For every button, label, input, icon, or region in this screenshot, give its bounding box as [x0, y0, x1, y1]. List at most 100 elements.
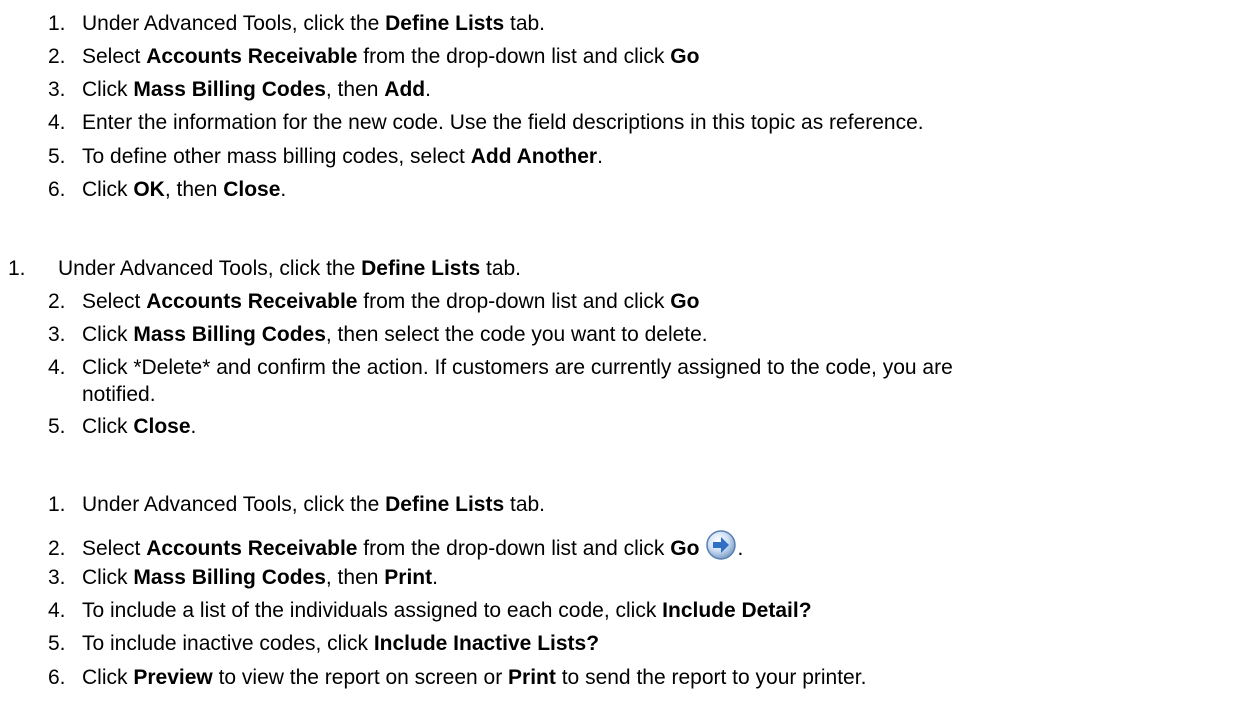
step-text: Click Mass Billing Codes, then Add.: [82, 78, 431, 101]
step-item: 5. To define other mass billing codes, se…: [48, 143, 603, 170]
step-text-part: , then select the code you want to delet…: [325, 323, 708, 346]
step-text-part: from the drop-down list and click: [357, 537, 671, 560]
step-emphasis: Print: [384, 566, 433, 589]
step-text-part: from the drop-down list and click: [357, 290, 671, 313]
step-text: notified.: [82, 383, 156, 406]
step-number: 5.: [48, 145, 66, 168]
step-text: Click *Delete* and confirm the action. I…: [82, 356, 953, 379]
step-item: 2. Select Accounts Receivable from the dr…: [48, 288, 699, 315]
step-emphasis: Close: [133, 415, 191, 438]
step-emphasis: Mass Billing Codes: [133, 566, 326, 589]
step-text-part: .: [280, 178, 287, 201]
step-text-part: notified.: [82, 383, 156, 406]
step-emphasis: Print: [508, 666, 556, 689]
step-number: 1.: [48, 12, 66, 35]
step-text-part: To include inactive codes, click: [82, 632, 374, 655]
step-text-part: .: [432, 566, 438, 589]
step-number: 3.: [48, 566, 66, 589]
step-item: 5. To include inactive codes, click Inclu…: [48, 630, 599, 657]
step-item: 6. Click OK, then Close.: [48, 176, 286, 203]
step-text-part: .: [597, 145, 603, 168]
step-emphasis: Go: [670, 45, 700, 68]
step-item: 2. Select Accounts Receivable from the dr…: [48, 529, 743, 562]
step-text: Enter the information for the new code. …: [82, 111, 924, 134]
step-text-part: , then: [325, 566, 385, 589]
step-emphasis: Accounts Receivable: [146, 45, 358, 68]
step-number: 2.: [48, 45, 66, 68]
step-number: 4.: [48, 356, 66, 379]
step-number: 5.: [48, 415, 66, 438]
step-text-part: , then: [164, 178, 224, 201]
step-number: 2.: [48, 290, 66, 313]
step-emphasis: Include Detail?: [662, 599, 812, 622]
step-text-part: To include a list of the individuals ass…: [82, 599, 663, 622]
step-text-part: Under Advanced Tools, click the: [82, 12, 386, 35]
step-text: Select Accounts Receivable from the drop…: [82, 45, 699, 68]
step-emphasis: Define Lists: [361, 257, 481, 280]
step-item: 3. Click Mass Billing Codes, then Print.: [48, 564, 438, 591]
step-text-part: to view the report on screen or: [212, 666, 509, 689]
go-arrow-icon: [706, 530, 737, 560]
step-number: 2.: [48, 537, 66, 560]
step-number: 3.: [48, 323, 66, 346]
step-text-part: Select: [82, 537, 147, 560]
step-text-part: Click: [82, 323, 134, 346]
step-emphasis: Preview: [133, 666, 213, 689]
step-number: 4.: [48, 111, 66, 134]
step-number: 6.: [48, 666, 66, 689]
step-text: To include a list of the individuals ass…: [82, 599, 812, 622]
step-emphasis: Mass Billing Codes: [133, 78, 326, 101]
step-text: Click Mass Billing Codes, then Print.: [82, 566, 438, 589]
step-text: Click Mass Billing Codes, then select th…: [82, 323, 708, 346]
step-emphasis: Go: [670, 290, 700, 313]
step-emphasis: Add: [384, 78, 426, 101]
step-text: Select Accounts Receivable from the drop…: [82, 290, 699, 313]
step-emphasis: Close: [223, 178, 281, 201]
step-text-part: Click: [82, 415, 134, 438]
step-text-part: Select: [82, 45, 147, 68]
step-text-part: from the drop-down list and click: [357, 45, 671, 68]
step-text: Click OK, then Close.: [82, 178, 286, 201]
step-text-part: to send the report to your printer.: [555, 666, 867, 689]
step-item: 1. Under Advanced Tools, click the Define…: [8, 255, 521, 282]
step-text: Click Close.: [82, 415, 196, 438]
step-emphasis: Include Inactive Lists?: [373, 632, 600, 655]
step-item: notified.: [48, 381, 156, 408]
step-item: 3. Click Mass Billing Codes, then Add.: [48, 76, 431, 103]
step-text: To define other mass billing codes, sele…: [82, 145, 603, 168]
step-text-part: .: [190, 415, 197, 438]
step-emphasis: Mass Billing Codes: [133, 323, 326, 346]
step-text: Click Preview to view the report on scre…: [82, 666, 866, 689]
step-item: 1. Under Advanced Tools, click the Define…: [48, 491, 545, 518]
step-emphasis: Define Lists: [385, 12, 505, 35]
step-emphasis: OK: [133, 178, 165, 201]
step-text-part: Click: [82, 78, 134, 101]
step-text: Under Advanced Tools, click the Define L…: [58, 257, 521, 280]
step-number: 1.: [8, 257, 26, 280]
step-text-part: tab.: [504, 493, 546, 516]
step-number: 1.: [48, 493, 66, 516]
step-number: 5.: [48, 632, 66, 655]
step-emphasis: Define Lists: [385, 493, 505, 516]
step-text-part: To define other mass billing codes, sele…: [82, 145, 471, 168]
step-emphasis: Add Another: [470, 145, 598, 168]
step-text: Under Advanced Tools, click the Define L…: [82, 12, 545, 35]
step-text-part: tab.: [504, 12, 546, 35]
step-text-part: Click: [82, 666, 134, 689]
step-item: 3. Click Mass Billing Codes, then select …: [48, 321, 708, 348]
step-emphasis: Accounts Receivable: [146, 537, 358, 560]
step-item: 2. Select Accounts Receivable from the dr…: [48, 43, 699, 70]
step-item: 4. Enter the information for the new code…: [48, 109, 924, 136]
step-text-part: .: [737, 537, 744, 560]
step-text-part: Under Advanced Tools, click the: [82, 493, 386, 516]
step-text-part: .: [425, 78, 431, 101]
step-number: 6.: [48, 178, 66, 201]
step-text: Under Advanced Tools, click the Define L…: [82, 493, 545, 516]
step-text-part: Click: [82, 566, 134, 589]
step-text: Select Accounts Receivable from the drop…: [82, 537, 699, 560]
step-text-part: Click: [82, 178, 134, 201]
step-item: 4. Click *Delete* and confirm the action.…: [48, 354, 953, 381]
step-text: To include inactive codes, click Include…: [82, 632, 599, 655]
step-text-part: Enter the information for the new code. …: [82, 111, 924, 134]
step-text-part: , then: [325, 78, 385, 101]
